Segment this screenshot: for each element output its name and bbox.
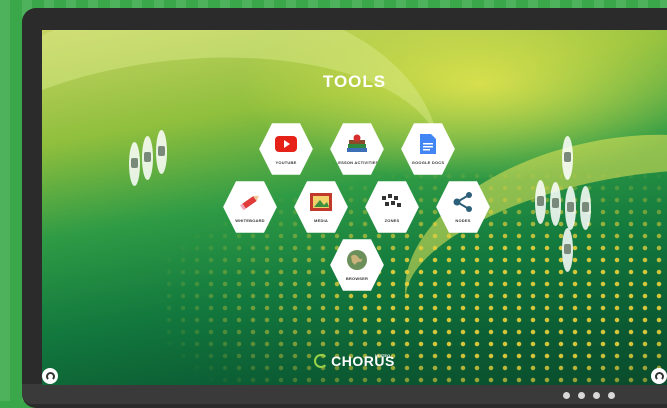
pager-dot[interactable] — [593, 392, 600, 399]
side-panel-item[interactable] — [562, 228, 573, 272]
pager-dot[interactable] — [578, 392, 585, 399]
logo-sub: NUITEQ — [375, 353, 391, 358]
side-panel-item[interactable] — [565, 186, 576, 230]
display-bezel-bottom — [22, 384, 667, 404]
chorus-logo: CHORUS NUITEQ — [42, 353, 667, 371]
side-panel-item[interactable] — [129, 142, 140, 186]
pager-dot[interactable] — [608, 392, 615, 399]
youtube-icon — [274, 134, 298, 154]
side-panel-item[interactable] — [142, 136, 153, 180]
zones-grid-icon — [380, 192, 404, 212]
side-panel-item[interactable] — [156, 130, 167, 174]
side-panel-item[interactable] — [535, 180, 546, 224]
rotate-right-button[interactable] — [651, 368, 667, 384]
side-panel-item[interactable] — [550, 182, 561, 226]
picture-frame-icon — [309, 192, 333, 212]
logo-mark-icon — [314, 354, 329, 368]
side-panel-item[interactable] — [580, 186, 591, 230]
share-nodes-icon — [451, 192, 475, 212]
books-apple-icon — [345, 134, 369, 154]
rotate-left-button[interactable] — [42, 368, 58, 384]
pager-dot[interactable] — [563, 392, 570, 399]
side-panel-item[interactable] — [562, 136, 573, 180]
screen-title: TOOLS — [322, 72, 387, 91]
google-docs-icon — [416, 134, 440, 154]
tools-screen: TOOLS YOUTUBE LESSON ACTIVITIES GOOGLE D… — [42, 30, 667, 385]
pencil-icon — [238, 192, 262, 212]
globe-icon — [345, 250, 369, 270]
